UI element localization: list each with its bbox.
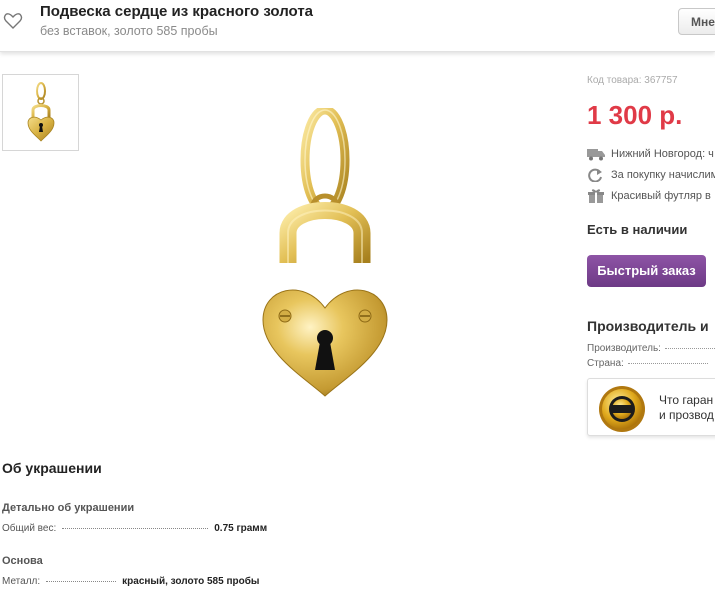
guarantee-text: Что гаран и прозвод (659, 393, 714, 423)
header-action-button[interactable]: Мне (678, 8, 715, 35)
truck-icon (587, 149, 605, 161)
guarantee-line-1: Что гаран (659, 393, 714, 407)
product-price: 1 300 р. (587, 100, 683, 130)
weight-label: Общий вес: (2, 523, 57, 534)
producer-label: Производитель: (587, 343, 661, 354)
guarantee-banner[interactable]: Что гаран и прозвод (587, 378, 715, 436)
guarantee-seal-icon (599, 386, 645, 432)
country-label: Страна: (587, 358, 624, 369)
product-title: Подвеска сердце из красного золота (40, 3, 314, 20)
metal-row: Металл: красный, золото 585 пробы (2, 576, 259, 587)
base-group-title: Основа (2, 555, 43, 567)
country-row: Страна: (587, 358, 708, 369)
metal-value: красный, золото 585 пробы (122, 576, 260, 587)
product-subtitle: без вставок, золото 585 пробы (40, 24, 218, 38)
product-thumbnail[interactable] (2, 74, 79, 151)
dotted-leader (664, 347, 715, 349)
delivery-row[interactable]: Нижний Новгород: ч (587, 147, 714, 161)
dotted-leader (627, 362, 708, 364)
weight-value: 0.75 грамм (214, 523, 268, 534)
padlock-heart-pendant-image (262, 108, 388, 397)
dotted-leader (62, 527, 209, 529)
stock-status: Есть в наличии (587, 222, 688, 237)
dotted-leader (46, 580, 117, 582)
refresh-icon (588, 168, 602, 182)
gift-icon (588, 189, 604, 203)
product-sku: Код товара: 367757 (587, 75, 678, 86)
producer-row: Производитель: (587, 343, 715, 354)
about-section-title: Об украшении (2, 460, 102, 476)
product-header: Подвеска сердце из красного золота без в… (0, 0, 715, 52)
delivery-text: Нижний Новгород: ч (611, 147, 714, 160)
padlock-thumbnail-image (27, 82, 55, 142)
quick-order-button[interactable]: Быстрый заказ (587, 255, 706, 287)
gift-row[interactable]: Красивый футляр в (587, 189, 711, 203)
weight-row: Общий вес: 0.75 грамм (2, 523, 267, 534)
bonus-text: За покупку начислим (611, 168, 715, 181)
maker-section-title: Производитель и (587, 318, 709, 334)
heart-icon[interactable] (3, 11, 23, 31)
gift-text: Красивый футляр в (611, 189, 711, 202)
guarantee-line-2: и прозвод (659, 408, 714, 422)
details-group-title: Детально об украшении (2, 502, 135, 514)
metal-label: Металл: (2, 576, 41, 587)
bonus-row[interactable]: За покупку начислим (587, 168, 715, 182)
